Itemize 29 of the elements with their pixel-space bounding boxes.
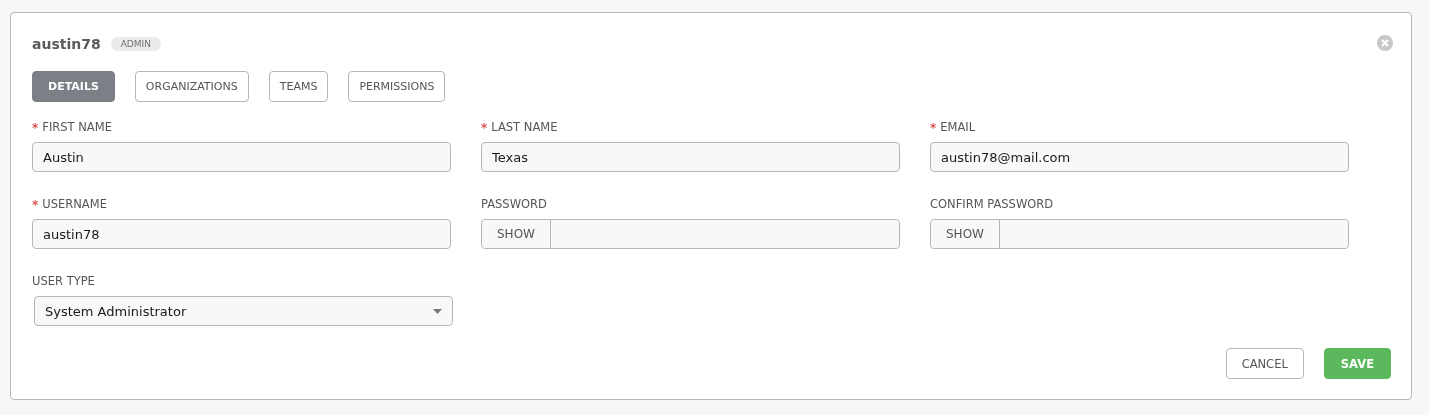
field-label: EMAIL — [940, 120, 976, 136]
select-field[interactable]: System Administrator — [34, 296, 453, 326]
required-marker: * — [481, 121, 488, 135]
tab[interactable]: ORGANIZATIONS — [134, 71, 249, 102]
required-marker: * — [32, 198, 39, 212]
field-label: PASSWORD — [481, 197, 547, 213]
user-title: austin78 — [32, 36, 101, 52]
field-label: LAST NAME — [491, 120, 558, 136]
show-button[interactable]: SHOW — [482, 220, 551, 248]
tab[interactable]: PERMISSIONS — [348, 71, 446, 102]
field-label: CONFIRM PASSWORD — [930, 197, 1054, 213]
password-field[interactable]: SHOW — [481, 219, 900, 249]
show-button[interactable]: SHOW — [931, 220, 1000, 248]
field-label: USER TYPE — [32, 274, 95, 290]
password-field[interactable]: SHOW — [930, 219, 1349, 249]
cancel-button[interactable]: CANCEL — [1225, 348, 1304, 379]
role-badge: ADMIN — [110, 37, 161, 51]
field-label: USERNAME — [42, 197, 107, 213]
text-field[interactable]: Texas — [481, 142, 900, 172]
field-label: FIRST NAME — [42, 120, 112, 136]
required-marker: * — [930, 121, 937, 135]
caret-icon — [433, 308, 442, 314]
required-marker: * — [32, 121, 39, 135]
tab[interactable]: TEAMS — [268, 71, 329, 102]
text-field[interactable]: Austin — [32, 142, 451, 172]
text-field[interactable]: austin78 — [32, 219, 451, 249]
text-field[interactable]: austin78@mail.com — [930, 142, 1349, 172]
close-icon[interactable] — [1377, 35, 1393, 51]
tab[interactable]: DETAILS — [32, 71, 115, 102]
